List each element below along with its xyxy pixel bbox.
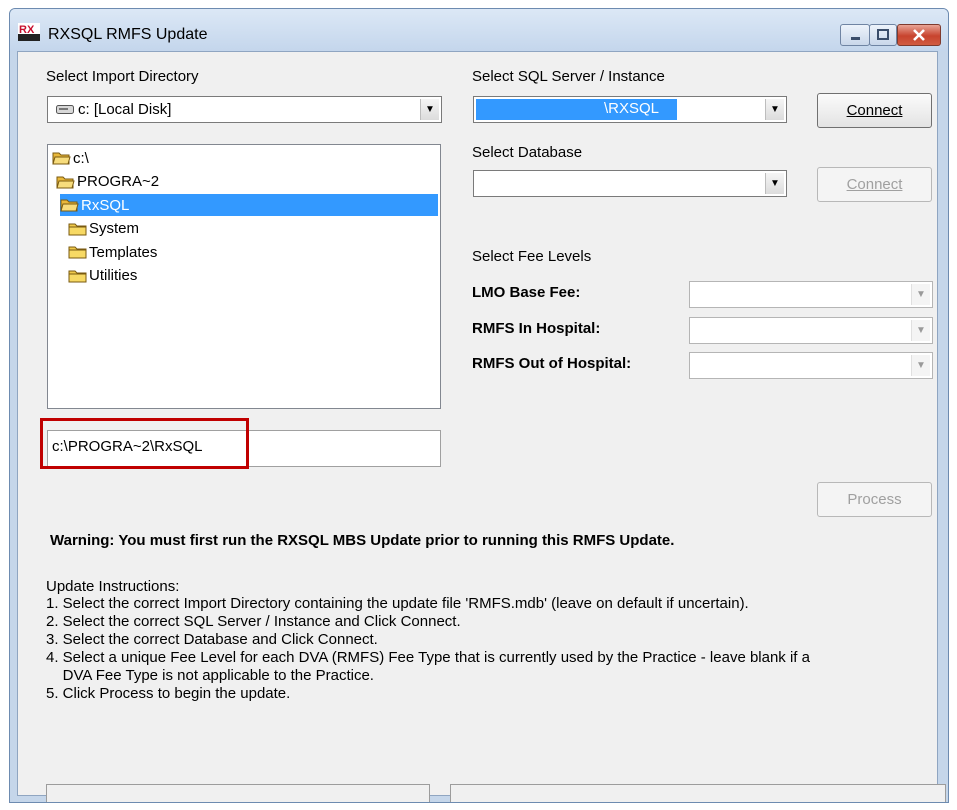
process-label: Process (847, 491, 902, 508)
instruction-line: DVA Fee Type is not applicable to the Pr… (46, 667, 374, 684)
instructions-heading: Update Instructions: (46, 578, 180, 595)
rmfs-in-hospital-select[interactable]: ▼ (689, 317, 933, 344)
maximize-icon (877, 29, 889, 40)
process-button[interactable]: Process (817, 482, 932, 517)
drive-icon (56, 105, 74, 114)
connect-server-button[interactable]: Connect (817, 93, 932, 128)
chevron-down-icon: ▼ (911, 320, 930, 341)
chevron-down-icon: ▼ (911, 284, 930, 305)
svg-text:RX: RX (19, 24, 35, 36)
database-label: Select Database (472, 144, 583, 161)
lmo-base-fee-label: LMO Base Fee: (472, 284, 581, 301)
instruction-line: 2. Select the correct SQL Server / Insta… (46, 613, 461, 630)
connect-server-label: Connect (846, 102, 903, 119)
import-directory-label: Select Import Directory (46, 68, 199, 85)
fee-levels-label: Select Fee Levels (472, 248, 592, 265)
tree-item[interactable]: System (68, 218, 139, 240)
minimize-icon (851, 37, 860, 40)
folder-open-icon (52, 152, 71, 165)
warning-text: Warning: You must first run the RXSQL MB… (50, 532, 675, 549)
tree-item[interactable]: Templates (68, 241, 157, 263)
tree-item-label: Utilities (89, 267, 138, 284)
sql-server-select[interactable]: \RXSQL ▼ (473, 96, 787, 123)
rmfs-in-hospital-label: RMFS In Hospital: (472, 320, 601, 337)
chevron-down-icon: ▼ (765, 99, 784, 120)
sql-server-value: \RXSQL (604, 100, 660, 117)
instruction-line: 4. Select a unique Fee Level for each DV… (46, 649, 810, 666)
instruction-line: 1. Select the correct Import Directory c… (46, 595, 749, 612)
rmfs-out-of-hospital-select[interactable]: ▼ (689, 352, 933, 379)
connect-database-button[interactable]: Connect (817, 167, 932, 202)
lmo-base-fee-select[interactable]: ▼ (689, 281, 933, 308)
status-panel-right (450, 784, 946, 802)
directory-tree[interactable]: c:\ PROGRA~2 RxSQL System Templates Utilities (47, 144, 441, 409)
title-bar[interactable]: RX RXSQL RMFS Update (10, 9, 948, 51)
chevron-down-icon: ▼ (911, 355, 930, 376)
drive-select[interactable]: c: [Local Disk] ▼ (47, 96, 442, 123)
minimize-button[interactable] (840, 24, 870, 46)
rmfs-out-of-hospital-label: RMFS Out of Hospital: (472, 355, 632, 372)
folder-open-icon (56, 176, 75, 188)
folder-icon (68, 246, 87, 259)
client-area: Select Import Directory c: [Local Disk] … (17, 51, 946, 802)
database-select[interactable]: ▼ (473, 170, 787, 197)
close-icon (913, 29, 925, 41)
status-panel-left (46, 784, 430, 802)
instruction-line: 3. Select the correct Database and Click… (46, 631, 378, 648)
chevron-down-icon: ▼ (420, 99, 439, 120)
tree-item-label: RxSQL (81, 196, 134, 214)
chevron-down-icon: ▼ (765, 173, 784, 194)
tree-item[interactable]: Utilities (68, 265, 137, 287)
app-window: RX RXSQL RMFS Update Select Import Direc… (9, 8, 949, 803)
tree-item[interactable]: c:\ (52, 147, 89, 169)
tree-item[interactable]: RxSQL (60, 194, 438, 216)
connect-database-label: Connect (846, 176, 903, 193)
folder-icon (68, 270, 87, 282)
window-title: RXSQL RMFS Update (48, 26, 208, 43)
tree-item-label: PROGRA~2 (77, 173, 160, 190)
tree-item-label: Templates (89, 243, 158, 261)
folder-open-icon (60, 199, 79, 212)
folder-icon (68, 223, 87, 235)
instruction-line: 5. Click Process to begin the update. (46, 685, 291, 702)
tree-item[interactable]: PROGRA~2 (56, 171, 159, 193)
close-button[interactable] (897, 24, 941, 46)
tree-item-label: c:\ (73, 149, 89, 167)
tree-item-label: System (89, 220, 140, 237)
sql-server-label: Select SQL Server / Instance (472, 68, 665, 85)
highlight-annotation-box (40, 418, 249, 469)
rx-logo-icon: RX (18, 23, 40, 41)
drive-select-value: c: [Local Disk] (78, 101, 172, 118)
maximize-button[interactable] (869, 24, 897, 46)
